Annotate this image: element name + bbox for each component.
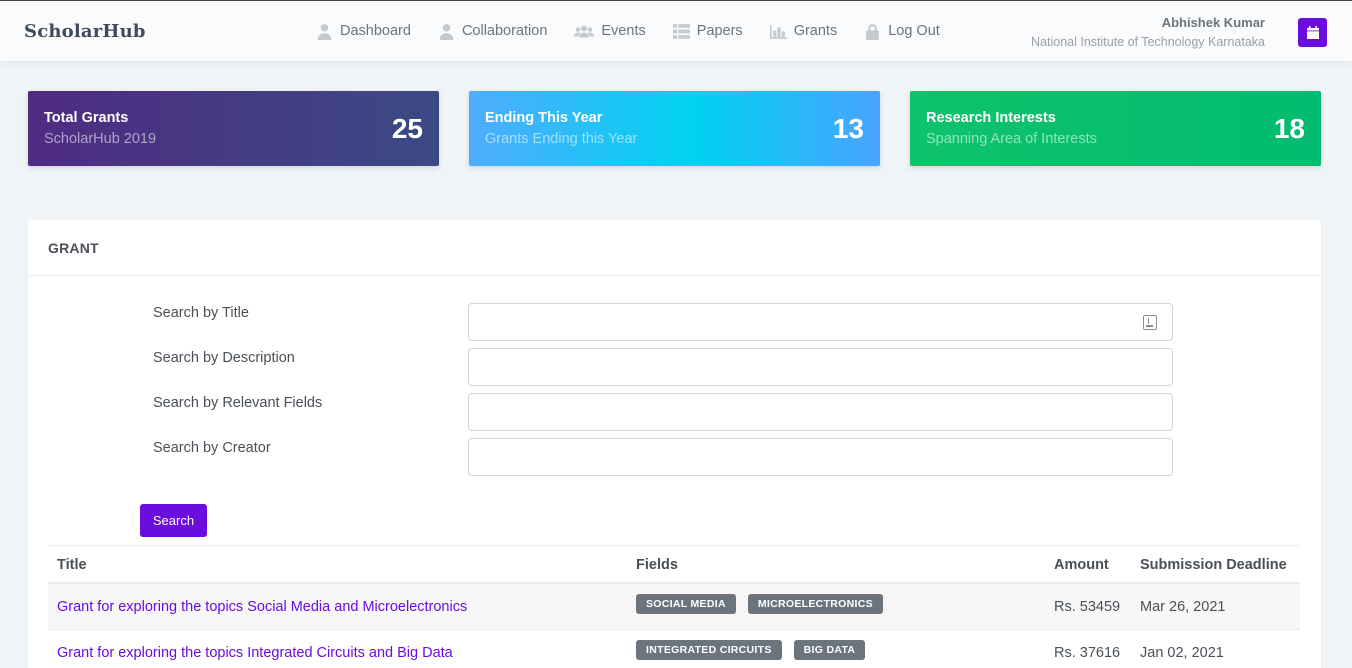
nav-item-collaboration[interactable]: Collaboration [438,23,547,40]
user-icon [316,23,333,40]
user-organization: National Institute of Technology Karnata… [1031,35,1265,49]
table-row: Grant for exploring the topics Social Me… [48,584,1300,630]
users-icon [574,23,595,40]
column-header-deadline[interactable]: Submission Deadline [1140,557,1287,573]
list-icon [672,23,690,40]
stat-card-value: 18 [1273,113,1305,144]
stat-card-value: 13 [832,113,864,144]
search-fields-label: Search by Relevant Fields [153,395,323,411]
nav-label: Papers [696,23,743,39]
search-button[interactable]: Search [140,504,207,537]
calendar-icon [1306,26,1319,39]
nav-label: Events [601,23,646,39]
table-row: Grant for exploring the topics Integrate… [48,630,1300,668]
search-creator-input[interactable] [468,438,1173,476]
search-description-label: Search by Description [153,350,295,366]
user-info: Abhishek Kumar National Institute of Tec… [1031,15,1265,49]
form-row-title: Search by Title [28,303,1321,341]
grant-panel: GRANT Search by Title Search by Descript… [28,220,1321,668]
field-badges: SOCIAL MEDIA MICROELECTRONICS [636,594,895,614]
search-creator-label: Search by Creator [153,440,271,456]
bar-chart-icon [769,23,787,40]
stat-card-research-interests: Research Interests Spanning Area of Inte… [910,91,1321,166]
stat-card-title: Ending This Year [485,110,603,126]
lock-icon [864,23,881,40]
stat-card-value: 25 [391,113,423,144]
form-row-description: Search by Description [28,348,1321,386]
field-badge: SOCIAL MEDIA [636,594,736,614]
stat-card-title: Research Interests [926,110,1056,126]
column-header-title[interactable]: Title [57,557,87,573]
app-logo[interactable]: ScholarHub [24,21,146,42]
search-fields-input[interactable] [468,393,1173,431]
search-title-input[interactable] [468,303,1173,341]
panel-heading: GRANT [28,220,1321,276]
column-header-amount[interactable]: Amount [1054,557,1109,573]
form-row-fields: Search by Relevant Fields [28,393,1321,431]
stat-card-subtitle: Grants Ending this Year [485,131,638,147]
keyboard-icon[interactable] [1143,315,1157,330]
user-icon [438,23,455,40]
calendar-button[interactable] [1298,18,1327,47]
field-badges: INTEGRATED CIRCUITS BIG DATA [636,640,877,660]
nav-label: Grants [793,23,838,39]
top-header: ScholarHub Dashboard Collaboration Event… [0,0,1352,61]
grant-deadline: Jan 02, 2021 [1140,645,1224,661]
grant-amount: Rs. 37616 [1054,645,1121,661]
stat-card-total-grants: Total Grants ScholarHub 2019 25 [28,91,439,166]
nav-item-dashboard[interactable]: Dashboard [316,23,411,40]
search-description-input[interactable] [468,348,1173,386]
nav-item-grants[interactable]: Grants [769,23,838,40]
nav-label: Dashboard [340,23,411,39]
grant-amount: Rs. 53459 [1054,599,1121,615]
nav-label: Log Out [888,23,940,39]
nav-label: Collaboration [461,23,548,39]
field-badge: INTEGRATED CIRCUITS [636,640,782,660]
nav-item-events[interactable]: Events [574,23,646,40]
stat-card-subtitle: ScholarHub 2019 [44,131,157,147]
field-badge: BIG DATA [793,640,866,660]
column-header-fields[interactable]: Fields [636,557,678,573]
grant-deadline: Mar 26, 2021 [1140,599,1226,615]
form-row-creator: Search by Creator [28,438,1321,476]
stat-card-title: Total Grants [44,110,129,126]
main-nav: Dashboard Collaboration Events Papers Gr… [316,1,940,61]
user-name: Abhishek Kumar [1161,15,1265,30]
grant-title-link[interactable]: Grant for exploring the topics Social Me… [57,599,467,615]
nav-item-logout[interactable]: Log Out [864,23,940,40]
stat-card-subtitle: Spanning Area of Interests [926,131,1097,147]
stat-card-ending-this-year: Ending This Year Grants Ending this Year… [469,91,880,166]
table-header: Title Fields Amount Submission Deadline [48,545,1300,584]
nav-item-papers[interactable]: Papers [672,23,743,40]
grants-table: Title Fields Amount Submission Deadline … [48,545,1300,668]
field-badge: MICROELECTRONICS [747,594,883,614]
grant-title-link[interactable]: Grant for exploring the topics Integrate… [57,645,453,661]
search-title-label: Search by Title [153,305,249,321]
